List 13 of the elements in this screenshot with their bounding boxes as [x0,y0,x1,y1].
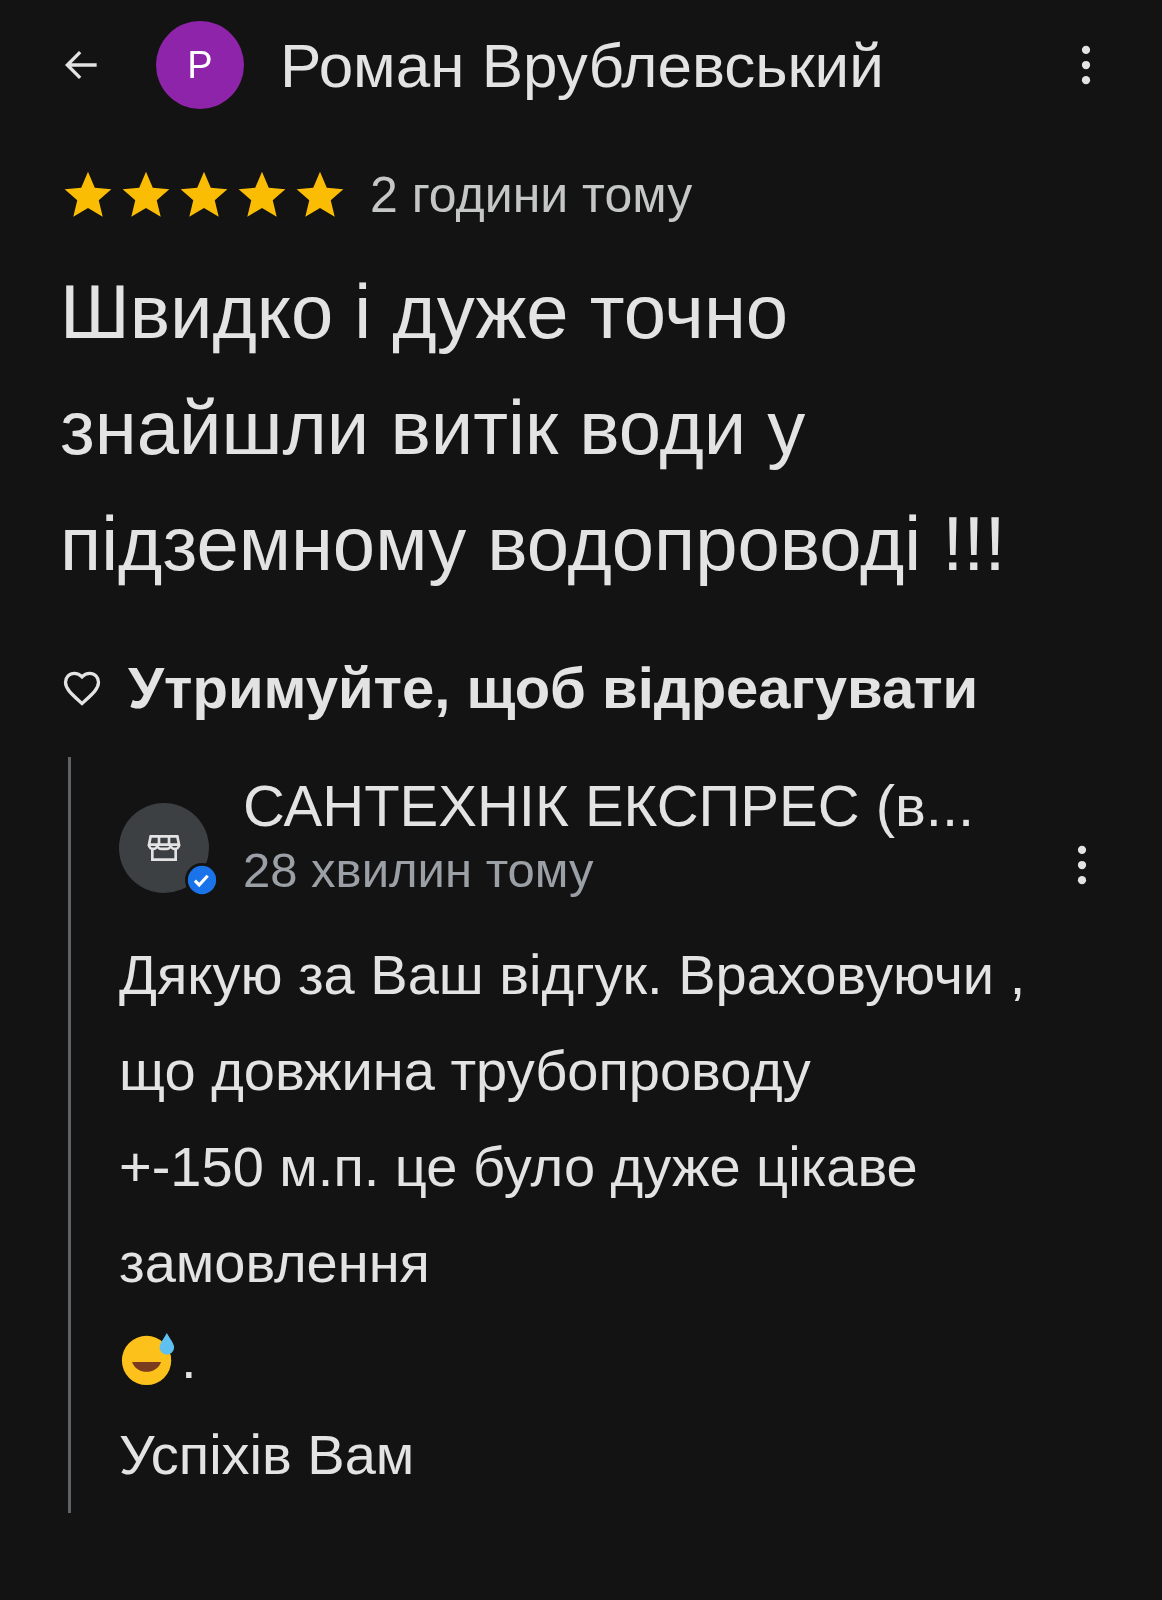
reply-text: . [181,1326,197,1392]
review-time: 2 години тому [370,166,693,224]
more-options-icon[interactable] [1080,43,1092,87]
reply-text: Дякую за Ваш відгук. Враховуючи , що довжина трубопроводу +-150 м.п. це було дуже цікаве замовлення [119,942,1027,1296]
business-name: САНТЕХНІК ЕКСПРЕС (в... [243,772,976,840]
more-options-icon[interactable] [1076,843,1088,887]
sweat-smile-emoji-icon [119,1330,177,1388]
reply-text: Успіхів Вам [119,1422,416,1488]
reply-time: 28 хвилин тому [243,842,595,899]
review-text: Швидко і дуже точно знайшли витік води у підземному водопроводі !!! [60,268,1007,588]
reviewer-name: Роман Врублевський [280,29,885,101]
react-hint[interactable]: Утримуйте, щоб відреагувати [128,654,979,721]
user-avatar: Р [156,21,244,109]
